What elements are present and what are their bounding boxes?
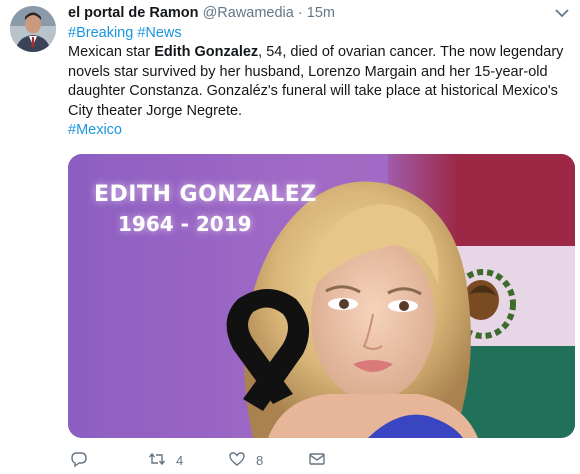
hashtag-breaking[interactable]: #Breaking xyxy=(68,25,133,41)
avatar[interactable] xyxy=(10,6,56,52)
reply-icon xyxy=(70,450,88,471)
author-handle[interactable]: @Rawamedia xyxy=(203,5,294,21)
message-icon xyxy=(308,450,326,471)
tweet-text-part1: Mexican star xyxy=(68,44,155,61)
hashtag-footer-line: #Mexico xyxy=(68,121,573,140)
chevron-down-icon[interactable] xyxy=(554,6,570,18)
tweet-text: Mexican star Edith Gonzalez, 54, died of… xyxy=(68,43,573,121)
separator-dot: · xyxy=(297,5,303,21)
hashtag-news[interactable]: #News xyxy=(137,25,181,41)
like-icon xyxy=(228,450,246,471)
direct-message-button[interactable] xyxy=(308,450,326,471)
tweet-actions: 4 8 xyxy=(68,450,368,470)
tweet-body: #Breaking #News Mexican star Edith Gonza… xyxy=(68,24,573,140)
hashtag-line: #Breaking #News xyxy=(68,24,573,43)
reply-button[interactable] xyxy=(70,450,98,471)
tweet-header: el portal de Ramon @Rawamedia · 15m xyxy=(68,4,335,23)
author-name[interactable]: el portal de Ramon xyxy=(68,5,199,21)
retweet-button[interactable]: 4 xyxy=(148,450,183,471)
retweet-icon xyxy=(148,450,166,471)
retweet-count: 4 xyxy=(176,453,184,468)
like-button[interactable]: 8 xyxy=(228,450,263,471)
tweet-media-image[interactable]: EDITH GONZALEZ 1964 - 2019 xyxy=(68,154,575,438)
tweet-text-bold-name: Edith Gonzalez xyxy=(154,44,259,61)
timestamp[interactable]: 15m xyxy=(307,5,335,21)
hashtag-mexico[interactable]: #Mexico xyxy=(68,122,122,138)
like-count: 8 xyxy=(256,453,264,468)
overlay-years: 1964 - 2019 xyxy=(118,212,252,236)
overlay-title: EDITH GONZALEZ xyxy=(94,182,317,207)
